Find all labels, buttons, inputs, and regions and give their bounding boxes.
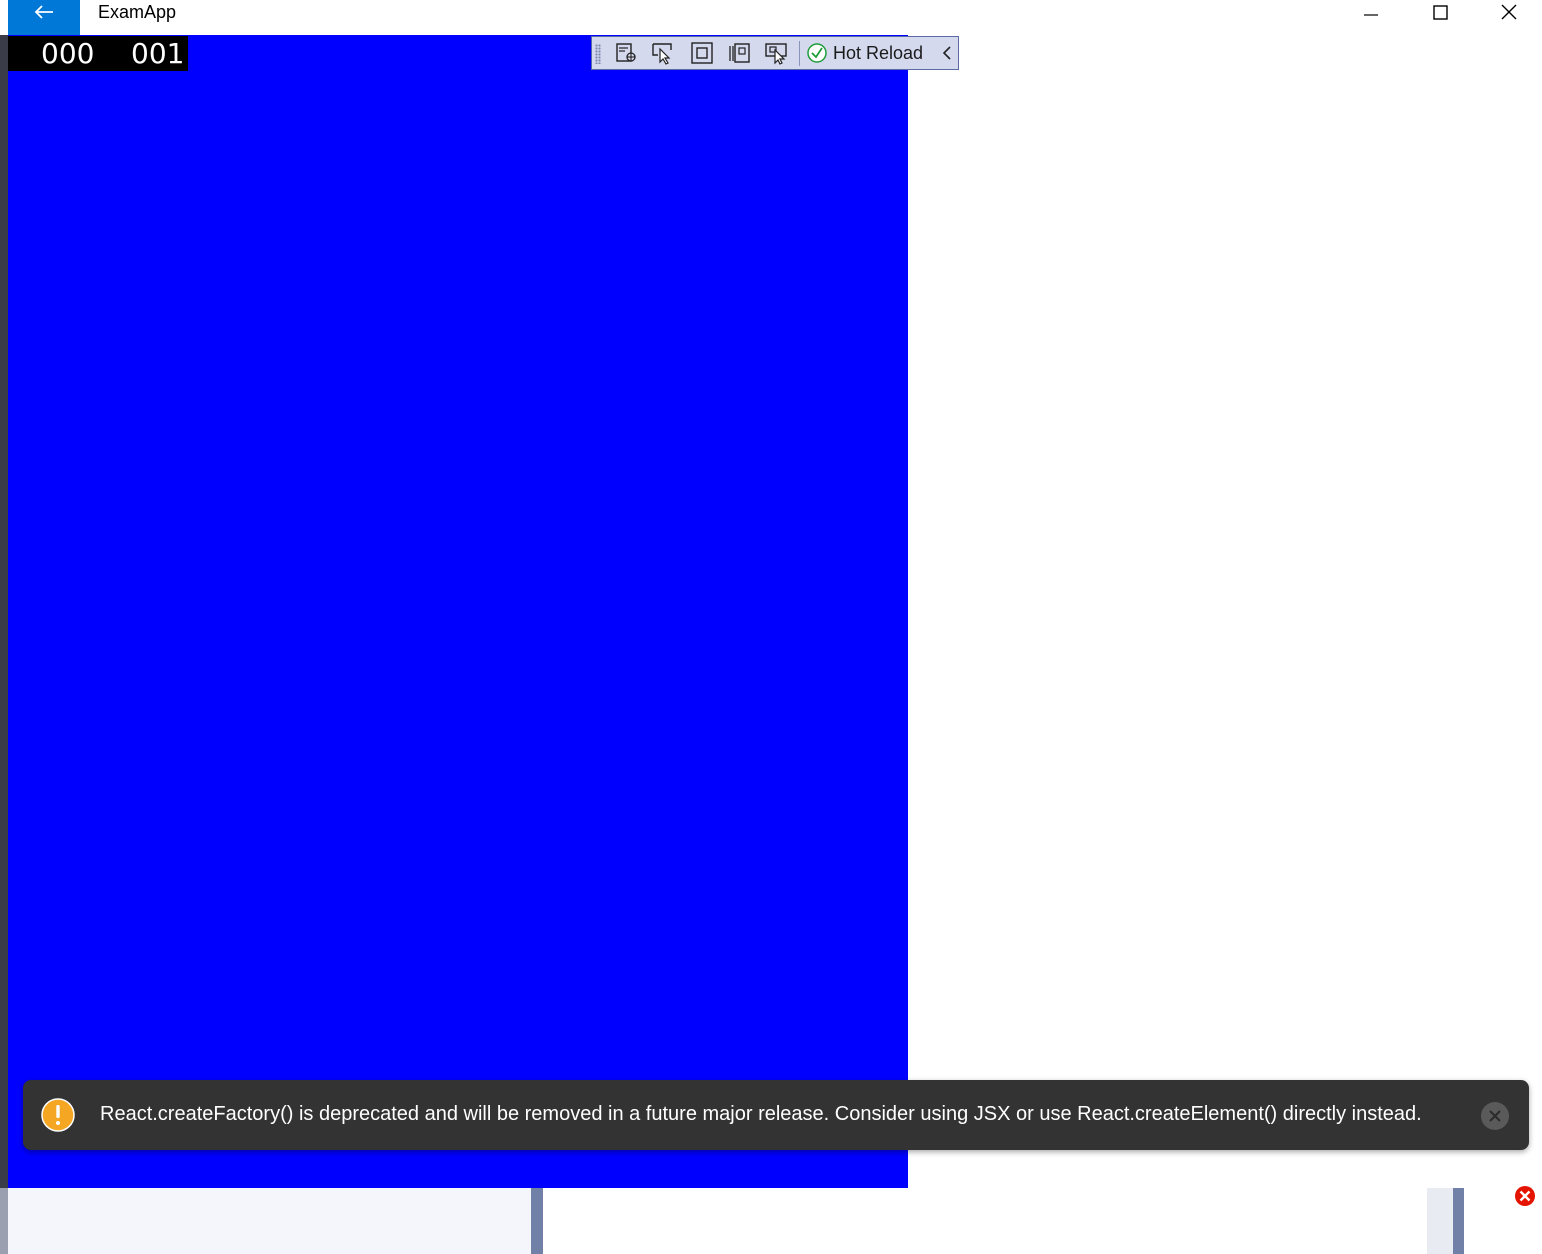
app-window: ExamApp 000 001 Hot Reload React.createF… [0,0,1542,1188]
close-icon [1501,4,1517,20]
title-bar: ExamApp [0,0,1542,35]
minimize-icon [1364,14,1378,16]
background-splitter[interactable] [531,1188,543,1254]
track-focus-button[interactable] [725,40,753,66]
warning-icon [41,1098,75,1132]
maximize-button[interactable] [1417,0,1463,24]
window-left-edge [0,35,8,1188]
counter-value: 001 [131,37,185,70]
back-button[interactable] [8,0,80,35]
background-window-edge [0,1188,8,1254]
toolbar-separator [799,41,800,66]
window-title: ExamApp [98,2,177,22]
live-visual-tree-button[interactable] [612,40,640,66]
back-arrow-icon [34,4,53,19]
hot-reload-label: Hot Reload [833,42,924,63]
check-circle-icon [807,43,827,63]
xaml-debug-toolbar: Hot Reload [591,36,959,70]
track-focus-icon [729,43,750,63]
counter-value: 000 [41,37,95,70]
collapse-toolbar-button[interactable] [937,40,957,66]
select-element-icon [652,43,672,65]
frame-counter: 000 001 [8,36,188,71]
background-splitter[interactable] [1453,1188,1464,1254]
chevron-left-icon [942,46,951,60]
preview-selection-icon [765,43,787,65]
dismiss-toast-icon[interactable] [1480,1101,1510,1131]
live-visual-tree-icon [616,43,636,62]
hot-reload-status[interactable]: Hot Reload [806,40,923,66]
toolbar-grip-handle[interactable] [595,44,601,64]
warning-toast: React.createFactory() is deprecated and … [23,1080,1529,1150]
minimize-button[interactable] [1348,0,1394,24]
background-pane [8,1188,531,1254]
background-pane [1427,1188,1453,1254]
blue-content-area [8,35,908,1188]
preview-selection-button[interactable] [762,40,790,66]
display-layout-adorners-button[interactable] [688,40,716,66]
maximize-icon [1433,5,1448,20]
toast-message: React.createFactory() is deprecated and … [100,1103,1422,1125]
background-pane [543,1188,1427,1254]
close-button[interactable] [1486,0,1532,24]
select-element-button[interactable] [649,40,677,66]
error-icon[interactable] [1514,1185,1536,1207]
display-layout-adorners-icon [691,42,713,64]
